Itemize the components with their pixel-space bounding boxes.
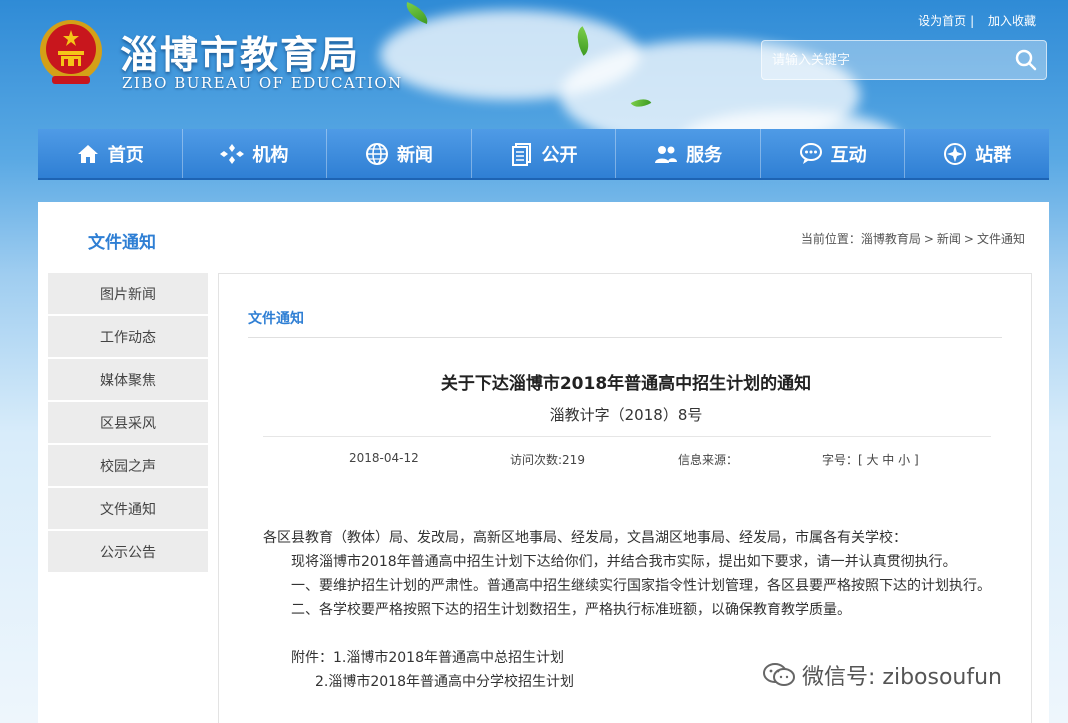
sidebar-title: 文件通知 xyxy=(88,233,156,253)
top-links: 设为首页 | 加入收藏 xyxy=(918,12,1036,29)
divider xyxy=(263,436,991,437)
sitegroup-icon xyxy=(944,142,967,165)
org-icon xyxy=(220,143,245,164)
nav-item-org[interactable]: 机构 xyxy=(183,129,328,178)
sidebar-item-notices[interactable]: 文件通知 xyxy=(48,488,208,529)
font-size-control[interactable]: 字号：[ 大 中 小 ] xyxy=(822,451,919,468)
chat-icon xyxy=(799,142,822,164)
breadcrumb-link-home[interactable]: 淄博教育局 xyxy=(861,232,921,246)
nav-label: 站群 xyxy=(975,144,1012,166)
article-date: 2018-04-12 xyxy=(349,451,419,465)
breadcrumb-prefix: 当前位置： xyxy=(800,232,861,246)
paragraph: 现将淄博市2018年普通高中招生计划下达给你们，并结合我市实际，提出如下要求，请… xyxy=(291,554,957,570)
sidebar-item-announcements[interactable]: 公示公告 xyxy=(48,531,208,572)
search-button[interactable] xyxy=(1006,40,1046,80)
article-content: 文件通知 关于下达淄博市2018年普通高中招生计划的通知 淄教计字（2018）8… xyxy=(218,273,1032,723)
nav-item-service[interactable]: 服务 xyxy=(616,129,761,178)
globe-icon xyxy=(365,142,388,165)
paragraph: 二、各学校要严格按照下达的招生计划数招生，严格执行标准班额，以确保教育教学质量。 xyxy=(291,602,851,618)
sidebar-item-district[interactable]: 区县采风 xyxy=(48,402,208,443)
breadcrumb-arrow: > xyxy=(923,232,934,246)
wechat-watermark: 微信号: zibosoufun xyxy=(762,659,1002,691)
sidebar-item-work-news[interactable]: 工作动态 xyxy=(48,316,208,357)
nav-label: 机构 xyxy=(252,144,289,166)
site-title: 淄博市教育局 xyxy=(120,32,361,77)
document-icon xyxy=(511,142,531,166)
wechat-icon xyxy=(763,663,795,686)
nav-item-sitegroup[interactable]: 站群 xyxy=(905,129,1049,178)
national-emblem-logo xyxy=(40,20,102,84)
sidebar: 图片新闻 工作动态 媒体聚焦 区县采风 校园之声 文件通知 公示公告 xyxy=(48,273,208,574)
nav-item-home[interactable]: 首页 xyxy=(38,129,183,178)
nav-label: 互动 xyxy=(830,144,867,166)
set-homepage-link[interactable]: 设为首页 xyxy=(918,14,966,28)
breadcrumb-link-notices[interactable]: 文件通知 xyxy=(977,232,1025,246)
breadcrumb-link-news[interactable]: 新闻 xyxy=(937,232,961,246)
breadcrumb-arrow: > xyxy=(963,232,974,246)
sidebar-item-campus[interactable]: 校园之声 xyxy=(48,445,208,486)
breadcrumb: 当前位置：淄博教育局 > 新闻 > 文件通知 xyxy=(801,230,1025,247)
article-title: 关于下达淄博市2018年普通高中招生计划的通知 xyxy=(440,374,812,394)
main-nav: 首页 机构 新闻 公开 服务 互动 站群 xyxy=(38,129,1049,180)
search-input[interactable] xyxy=(762,41,1006,79)
top-links-separator: | xyxy=(970,14,975,28)
paragraph: 一、要维护招生计划的严肃性。普通高中招生继续实行国家指令性计划管理，各区县要严格… xyxy=(291,578,991,594)
document-number: 淄教计字（2018）8号 xyxy=(549,406,703,424)
search-box xyxy=(761,40,1047,80)
site-subtitle: ZIBO BUREAU OF EDUCATION xyxy=(122,74,403,92)
nav-item-interact[interactable]: 互动 xyxy=(761,129,906,178)
nav-item-public[interactable]: 公开 xyxy=(472,129,617,178)
nav-label: 服务 xyxy=(686,144,723,166)
add-favorite-link[interactable]: 加入收藏 xyxy=(988,14,1036,28)
nav-label: 首页 xyxy=(107,144,144,166)
nav-label: 公开 xyxy=(541,144,578,166)
search-icon xyxy=(1015,49,1037,71)
people-icon xyxy=(655,145,678,163)
main-panel: 文件通知 当前位置：淄博教育局 > 新闻 > 文件通知 图片新闻 工作动态 媒体聚焦 区… xyxy=(38,202,1049,723)
home-icon xyxy=(77,144,98,163)
nav-item-news[interactable]: 新闻 xyxy=(327,129,472,178)
divider xyxy=(248,337,1002,338)
info-source: 信息来源： xyxy=(678,453,739,467)
paragraph: 各区县教育（教体）局、发改局，高新区地事局、经发局，文昌湖区地事局、经发局，市属… xyxy=(263,530,907,546)
visit-count: 访问次数:219 xyxy=(510,453,585,467)
article-category: 文件通知 xyxy=(248,311,304,327)
sidebar-item-photo-news[interactable]: 图片新闻 xyxy=(48,273,208,314)
nav-label: 新闻 xyxy=(396,144,433,166)
sidebar-item-media[interactable]: 媒体聚焦 xyxy=(48,359,208,400)
watermark-text: 微信号: zibosoufun xyxy=(802,665,1002,690)
